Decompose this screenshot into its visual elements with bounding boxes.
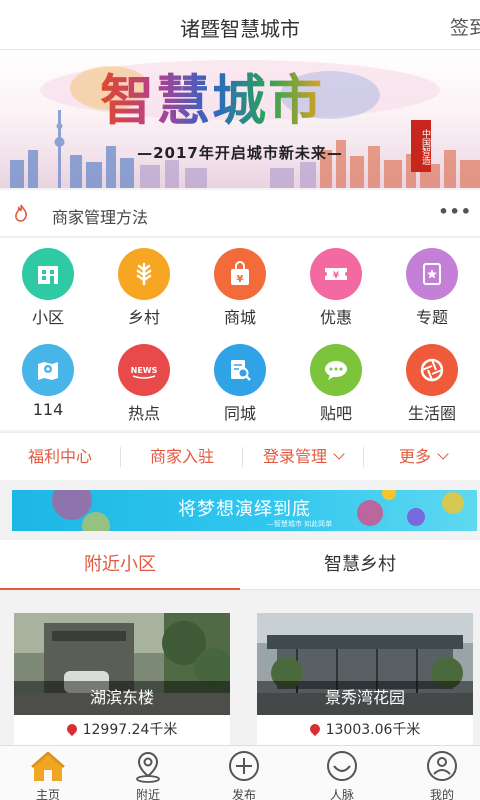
location-icon: [136, 751, 160, 783]
grid-item-community[interactable]: 小区: [0, 238, 96, 334]
community-distance: 13003.06千米: [257, 719, 473, 739]
location-pin-icon: [64, 721, 79, 737]
nav-label: 我的: [429, 788, 454, 800]
more-label: 更多: [398, 447, 431, 466]
nav-contacts[interactable]: 人脉: [294, 746, 390, 800]
community-name: 景秀湾花园: [257, 681, 473, 715]
grid-label: 热点: [127, 404, 160, 423]
ad-sub-text: —智慧城市 如此简单: [266, 520, 333, 528]
header-bar: 诸暨智慧城市 签到: [0, 0, 480, 50]
grid-label: 小区: [31, 308, 64, 327]
star-page-icon: [406, 248, 458, 300]
welfare-link[interactable]: 福利中心: [0, 433, 120, 481]
feature-grid: 小区 乡村 ¥ 商城 ¥ 优惠 专题 114 NEWS 热点 同城 贴吧 生活圈: [0, 238, 480, 430]
grid-label: 同城: [223, 404, 256, 423]
nav-label: 主页: [35, 788, 60, 800]
distance-value: 13003.06千米: [325, 722, 421, 738]
app-page: 诸暨智慧城市 签到 智慧城市 中国智造 —2017年开启城市新未来— 商家管理方…: [0, 0, 480, 800]
location-pin-icon: [307, 721, 322, 737]
flame-icon: [15, 204, 27, 222]
tab-nearby-community[interactable]: 附近小区: [0, 540, 240, 590]
login-manage-dropdown[interactable]: 登录管理: [243, 433, 363, 481]
chevron-down-icon: [333, 448, 345, 460]
divider: [120, 447, 121, 467]
nav-label: 人脉: [329, 788, 354, 800]
grid-item-local[interactable]: 同城: [192, 334, 288, 430]
grid-label: 贴吧: [319, 404, 352, 423]
more-dropdown[interactable]: 更多: [363, 433, 480, 481]
page-title: 诸暨智慧城市: [180, 17, 300, 41]
grid-item-lifecircle[interactable]: 生活圈: [384, 334, 480, 430]
nav-publish[interactable]: 发布: [196, 746, 292, 800]
more-dots-icon[interactable]: •••: [438, 202, 472, 221]
map-pin-icon: [22, 344, 74, 396]
banner-title: 智慧城市: [100, 56, 324, 135]
community-card[interactable]: 景秀湾花园 13003.06千米: [257, 613, 473, 745]
nav-mine[interactable]: 我的: [394, 746, 480, 800]
user-icon: [427, 751, 457, 781]
svg-text:¥: ¥: [333, 271, 340, 281]
banner-slogan: —2017年开启城市新未来—: [137, 144, 343, 162]
shopping-bag-icon: ¥: [214, 248, 266, 300]
nav-nearby[interactable]: 附近: [100, 746, 196, 800]
grid-item-topic[interactable]: 专题: [384, 238, 480, 334]
grid-label: 生活圈: [407, 404, 456, 423]
coupon-icon: ¥: [310, 248, 362, 300]
grid-item-forum[interactable]: 贴吧: [288, 334, 384, 430]
grid-label: 商城: [223, 308, 256, 327]
home-icon: [31, 751, 65, 781]
svg-text:NEWS: NEWS: [131, 366, 158, 375]
notice-bar[interactable]: 商家管理方法 •••: [0, 190, 480, 237]
grid-item-village[interactable]: 乡村: [96, 238, 192, 334]
grid-item-mall[interactable]: ¥ 商城: [192, 238, 288, 334]
aperture-icon: [406, 344, 458, 396]
notice-text: 商家管理方法: [52, 208, 149, 227]
login-manage-label: 登录管理: [262, 447, 327, 466]
grid-item-discount[interactable]: ¥ 优惠: [288, 238, 384, 334]
doc-search-icon: [214, 344, 266, 396]
smile-icon: [327, 751, 357, 781]
community-list: 湖滨东楼 12997.24千米 景秀湾花园 13003.06千米: [0, 591, 480, 745]
grid-item-hot[interactable]: NEWS 热点: [96, 334, 192, 430]
grid-label: 114: [32, 400, 64, 419]
community-card[interactable]: 湖滨东楼 12997.24千米: [14, 613, 230, 745]
nav-home[interactable]: 主页: [0, 746, 96, 800]
grid-label: 专题: [415, 308, 448, 327]
signin-button[interactable]: 签到: [450, 13, 480, 40]
ad-banner[interactable]: 将梦想演绎到底 —智慧城市 如此简单: [12, 490, 477, 531]
ad-main-text: 将梦想演绎到底: [178, 499, 311, 520]
building-icon: [22, 248, 74, 300]
grid-label: 乡村: [127, 308, 160, 327]
community-distance: 12997.24千米: [14, 719, 230, 739]
section-tabs: 附近小区 智慧乡村: [0, 540, 480, 590]
nav-label: 附近: [135, 788, 160, 800]
grid-item-114[interactable]: 114: [0, 334, 96, 430]
distance-value: 12997.24千米: [82, 722, 178, 738]
merchant-link[interactable]: 商家入驻: [122, 433, 242, 481]
grid-label: 优惠: [319, 308, 352, 327]
tab-smart-village[interactable]: 智慧乡村: [240, 540, 480, 590]
svg-text:¥: ¥: [237, 274, 244, 285]
chevron-down-icon: [437, 448, 449, 460]
plus-circle-icon: [229, 751, 259, 781]
quick-links: 福利中心 商家入驻 登录管理 更多: [0, 432, 480, 480]
bottom-nav: 主页 附近 发布 人脉 我的: [0, 745, 480, 800]
hero-banner[interactable]: 智慧城市 中国智造 —2017年开启城市新未来—: [0, 50, 480, 188]
wheat-icon: [118, 248, 170, 300]
news-icon: NEWS: [118, 344, 170, 396]
nav-label: 发布: [231, 788, 256, 800]
chat-bubble-icon: [310, 344, 362, 396]
community-name: 湖滨东楼: [14, 681, 230, 715]
